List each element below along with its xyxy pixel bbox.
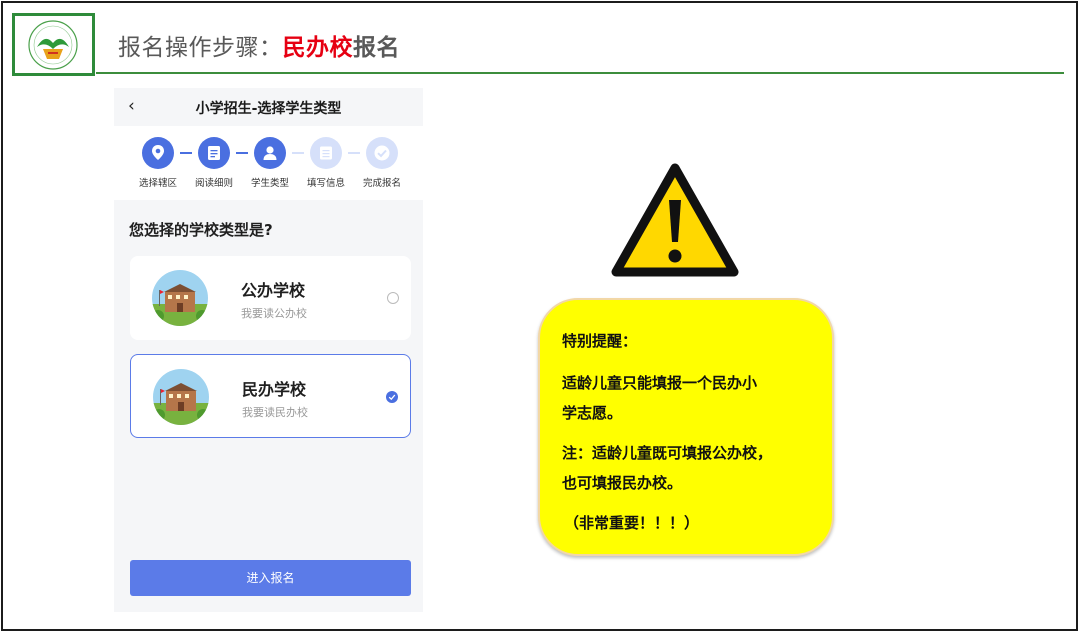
warning-triangle-icon <box>610 162 740 284</box>
step-select-district: 选择辖区 <box>130 137 186 189</box>
note-line: 注：适龄儿童既可填报公办校， <box>562 444 773 462</box>
note-emphasis: （非常重要！！！） <box>564 514 700 532</box>
location-pin-icon <box>142 137 174 169</box>
option-title: 公办学校 <box>241 281 306 300</box>
title-divider <box>96 72 1064 74</box>
step-fill-info: 填写信息 <box>298 137 354 189</box>
nav-bar: ‹ 小学招生-选择学生类型 <box>114 88 423 126</box>
radio-unchecked[interactable] <box>387 292 399 304</box>
warning-note-box: 特别提醒： 适龄儿童只能填报一个民办小 学志愿。 注：适龄儿童既可填报公办校， … <box>538 298 834 556</box>
progress-steps: 选择辖区 阅读细则 学生类型 填写信息 完成报名 <box>114 126 423 200</box>
document-icon <box>198 137 230 169</box>
option-subtitle: 我要读公办校 <box>241 307 307 320</box>
note-line: 学志愿。 <box>562 404 623 422</box>
note-line: 适龄儿童只能填报一个民办小 <box>562 374 758 392</box>
option-public-school[interactable]: 公办学校 我要读公办校 <box>130 256 411 340</box>
nav-title: 小学招生-选择学生类型 <box>195 101 342 117</box>
question-text: 您选择的学校类型是? <box>129 221 273 239</box>
note-line: 也可填报民办校。 <box>562 474 683 492</box>
phone-screenshot: ‹ 小学招生-选择学生类型 选择辖区 阅读细则 学生类型 填写信息 完成报名 您… <box>114 88 423 612</box>
option-subtitle: 我要读民办校 <box>242 406 308 419</box>
form-icon <box>310 137 342 169</box>
step-complete: 完成报名 <box>354 137 410 189</box>
title-highlight: 民办校 <box>282 35 353 61</box>
school-logo <box>12 13 95 76</box>
option-title: 民办学校 <box>242 380 307 399</box>
radio-checked-icon[interactable] <box>386 391 398 403</box>
note-heading: 特别提醒： <box>562 332 638 350</box>
slide-title: 报名操作步骤：民办校报名 <box>118 35 400 61</box>
school-building-icon <box>153 369 209 425</box>
step-read-rules: 阅读细则 <box>186 137 242 189</box>
school-building-icon <box>152 270 208 326</box>
option-private-school[interactable]: 民办学校 我要读民办校 <box>130 354 411 438</box>
logo-emblem-icon <box>28 20 78 70</box>
check-circle-icon <box>366 137 398 169</box>
enter-registration-button[interactable]: 进入报名 <box>130 560 411 596</box>
step-student-type: 学生类型 <box>242 137 298 189</box>
user-icon <box>254 137 286 169</box>
